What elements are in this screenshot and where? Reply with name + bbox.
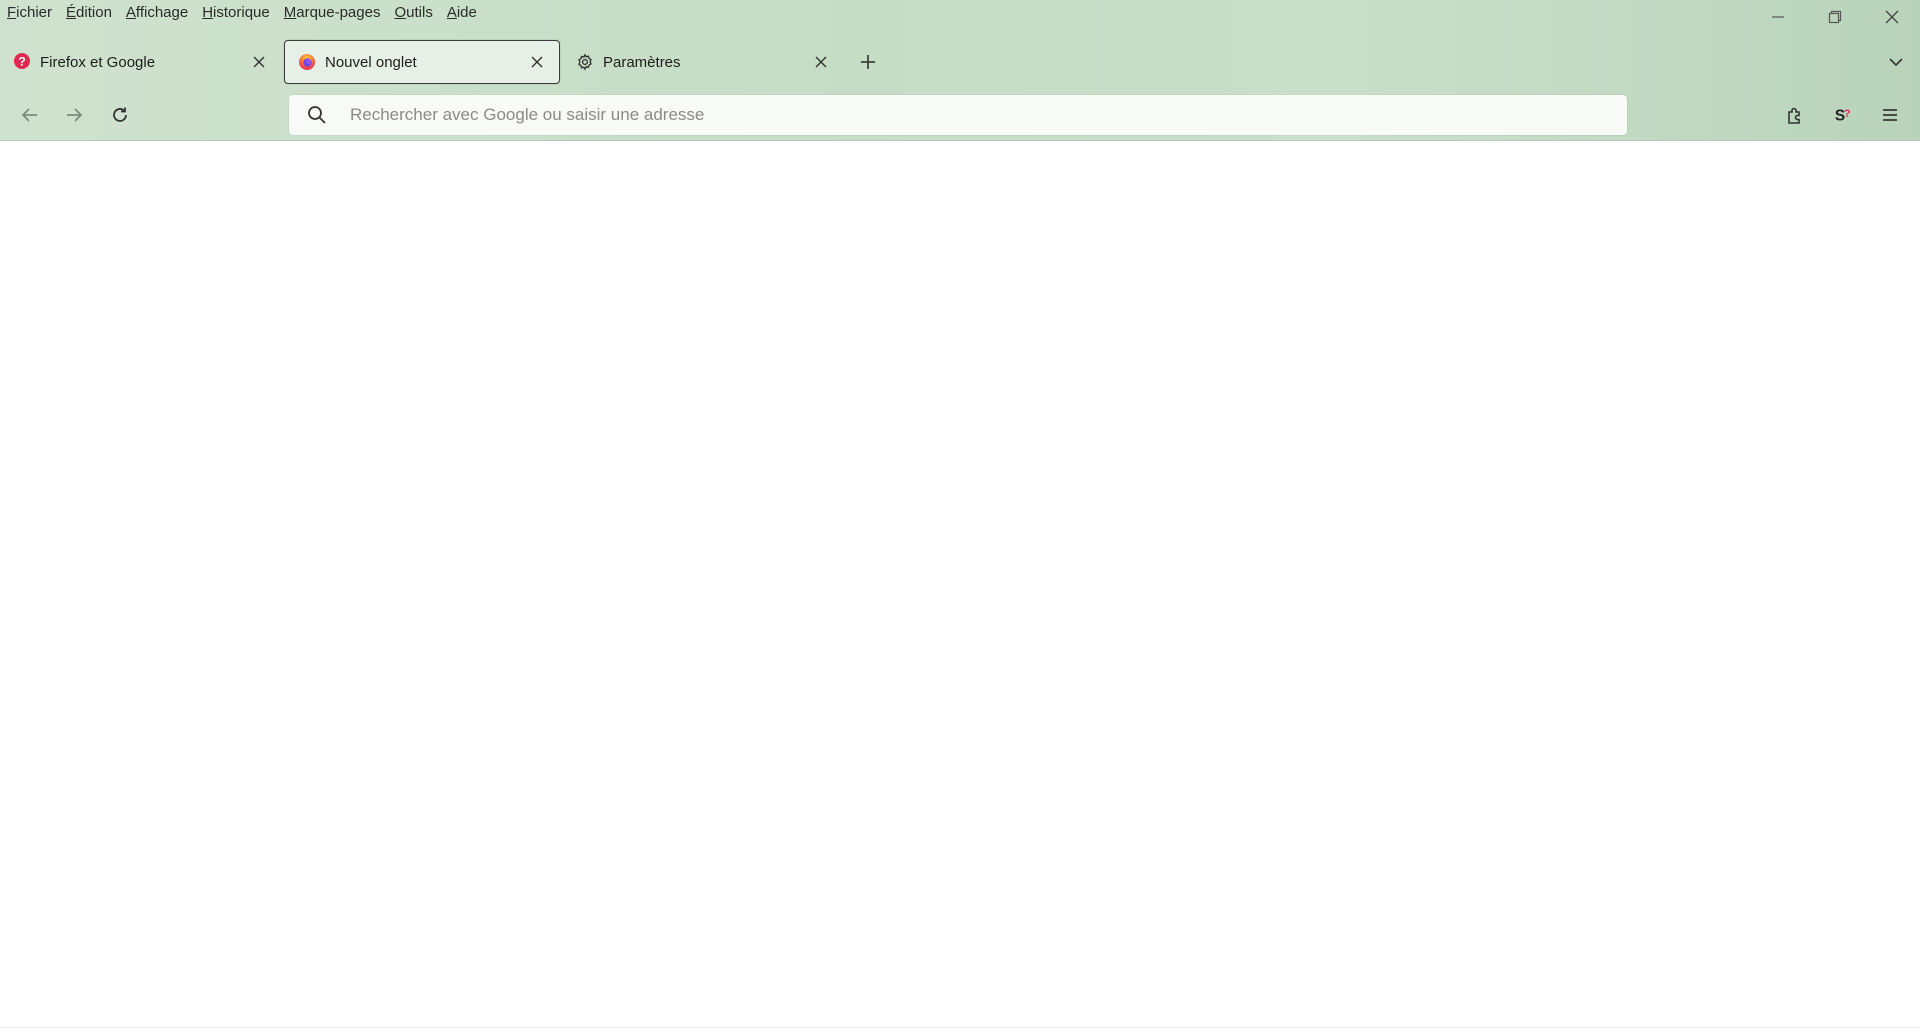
tab-title: Firefox et Google xyxy=(40,53,156,71)
minimize-icon xyxy=(1771,16,1784,18)
help-icon: ? xyxy=(13,53,31,71)
firefox-icon xyxy=(298,53,316,71)
tab-nouvel-onglet[interactable]: Nouvel onglet xyxy=(284,40,560,84)
browser-chrome: Fichier Édition Affichage Historique Mar… xyxy=(0,0,1920,141)
back-button[interactable] xyxy=(13,98,47,132)
chevron-down-icon xyxy=(1889,58,1903,67)
menu-aide[interactable]: Aide xyxy=(440,0,484,26)
arrow-right-icon xyxy=(67,108,83,122)
s-question-icon: S ? xyxy=(1835,107,1851,124)
reload-icon xyxy=(113,107,127,122)
close-icon xyxy=(253,56,265,68)
restore-icon xyxy=(1828,10,1841,24)
menu-fichier[interactable]: Fichier xyxy=(0,0,59,26)
menu-affichage[interactable]: Affichage xyxy=(119,0,195,26)
tab-close-button[interactable] xyxy=(811,52,831,72)
tab-title: Nouvel onglet xyxy=(325,53,417,71)
list-all-tabs-button[interactable] xyxy=(1884,50,1908,74)
menu-outils[interactable]: Outils xyxy=(387,0,439,26)
svg-text:?: ? xyxy=(1844,108,1851,120)
navigation-bar: S ? xyxy=(0,90,1920,140)
tab-close-button[interactable] xyxy=(249,52,269,72)
account-extension-button[interactable]: S ? xyxy=(1826,98,1860,132)
menu-marque-pages[interactable]: Marque-pages xyxy=(277,0,388,26)
svg-text:?: ? xyxy=(18,55,25,69)
app-menu-button[interactable] xyxy=(1873,98,1907,132)
new-tab-button[interactable] xyxy=(856,50,880,74)
arrow-left-icon xyxy=(21,108,37,122)
tab-title: Paramètres xyxy=(603,53,681,71)
menu-edition[interactable]: Édition xyxy=(59,0,119,26)
gear-icon xyxy=(576,53,594,71)
reload-button[interactable] xyxy=(103,98,137,132)
tab-close-button[interactable] xyxy=(527,52,547,72)
close-icon xyxy=(1885,10,1898,24)
close-window-button[interactable] xyxy=(1863,0,1920,34)
address-input[interactable] xyxy=(350,105,1627,125)
close-icon xyxy=(531,56,543,68)
window-controls xyxy=(1749,0,1920,34)
search-icon xyxy=(305,103,329,127)
close-icon xyxy=(815,56,827,68)
menu-bar: Fichier Édition Affichage Historique Mar… xyxy=(0,0,484,26)
restore-button[interactable] xyxy=(1806,0,1863,34)
menu-historique[interactable]: Historique xyxy=(195,0,277,26)
page-content xyxy=(0,141,1920,1031)
tab-parametres[interactable]: Paramètres xyxy=(563,40,843,84)
plus-icon xyxy=(861,55,875,69)
tab-firefox-et-google[interactable]: ? Firefox et Google xyxy=(0,40,281,84)
url-bar[interactable] xyxy=(289,95,1627,135)
hamburger-menu-icon xyxy=(1883,109,1897,121)
status-divider xyxy=(0,1027,1920,1028)
tab-strip: ? Firefox et Google Nouvel onglet Paramè… xyxy=(0,40,1920,84)
extensions-button[interactable] xyxy=(1778,98,1812,132)
minimize-button[interactable] xyxy=(1749,0,1806,34)
forward-button[interactable] xyxy=(57,98,91,132)
puzzle-icon xyxy=(1788,107,1800,124)
